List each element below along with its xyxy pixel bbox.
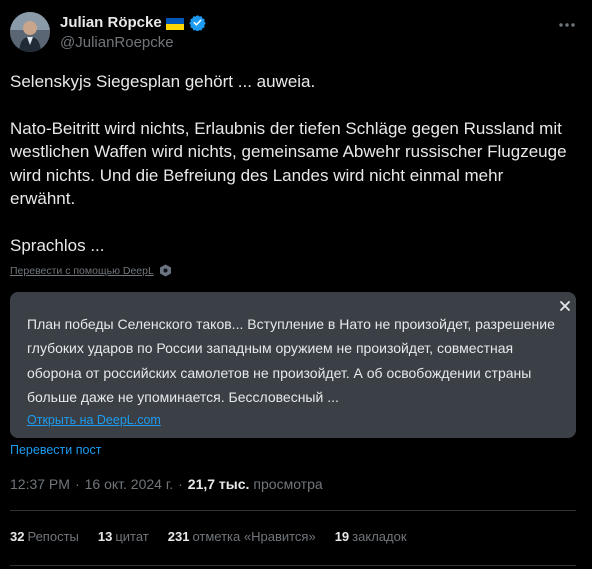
engagement-stats: 32 Репосты 13 цитат 231 отметка «Нравится» … — [10, 529, 407, 544]
tweet-text: Selenskyjs Siegesplan gehört ... auweia.… — [10, 70, 570, 257]
meta-separator: · — [74, 476, 80, 492]
open-deepl-link[interactable]: Открыть на DeepL.com — [27, 413, 161, 427]
divider — [10, 565, 576, 566]
translation-text: План победы Селенского таков... Вступлен… — [27, 316, 555, 405]
divider — [10, 510, 576, 511]
deepl-translate-row: Перевести с помощью DeepL — [10, 264, 172, 277]
translation-box: План победы Селенского таков... Вступлен… — [10, 292, 576, 438]
stat-likes[interactable]: 231 отметка «Нравится» — [168, 529, 316, 544]
translate-post-link[interactable]: Перевести пост — [10, 443, 101, 457]
ukraine-flag-icon — [165, 17, 184, 30]
close-icon[interactable] — [557, 298, 573, 314]
tweet-paragraph-2: Nato-Beitritt wird nichts, Erlaubnis der… — [10, 118, 567, 209]
author-name[interactable]: Julian Röpcke — [60, 14, 162, 31]
post-time[interactable]: 12:37 PM — [10, 476, 70, 492]
verified-badge-icon[interactable] — [188, 14, 206, 32]
view-count: 21,7 тыс. — [187, 476, 250, 492]
deepl-icon — [159, 264, 172, 277]
stat-reposts[interactable]: 32 Репосты — [10, 529, 79, 544]
stat-quotes[interactable]: 13 цитат — [98, 529, 149, 544]
avatar[interactable] — [10, 12, 50, 52]
post-date[interactable]: 16 окт. 2024 г. — [85, 476, 174, 492]
more-icon[interactable] — [556, 14, 578, 36]
tweet-paragraph-3: Sprachlos ... — [10, 235, 105, 255]
stat-bookmarks[interactable]: 19 закладок — [335, 529, 407, 544]
translate-with-deepl-link[interactable]: Перевести с помощью DeepL — [10, 265, 154, 277]
author-handle[interactable]: @JulianRoepcke — [60, 34, 174, 51]
view-label: просмотра — [253, 476, 323, 492]
author-name-row: Julian Röpcke — [60, 14, 206, 32]
tweet-paragraph-1: Selenskyjs Siegesplan gehört ... auweia. — [10, 72, 316, 91]
post-meta: 12:37 PM · 16 окт. 2024 г. · 21,7 тыс. п… — [10, 476, 323, 492]
meta-separator: · — [178, 476, 183, 492]
